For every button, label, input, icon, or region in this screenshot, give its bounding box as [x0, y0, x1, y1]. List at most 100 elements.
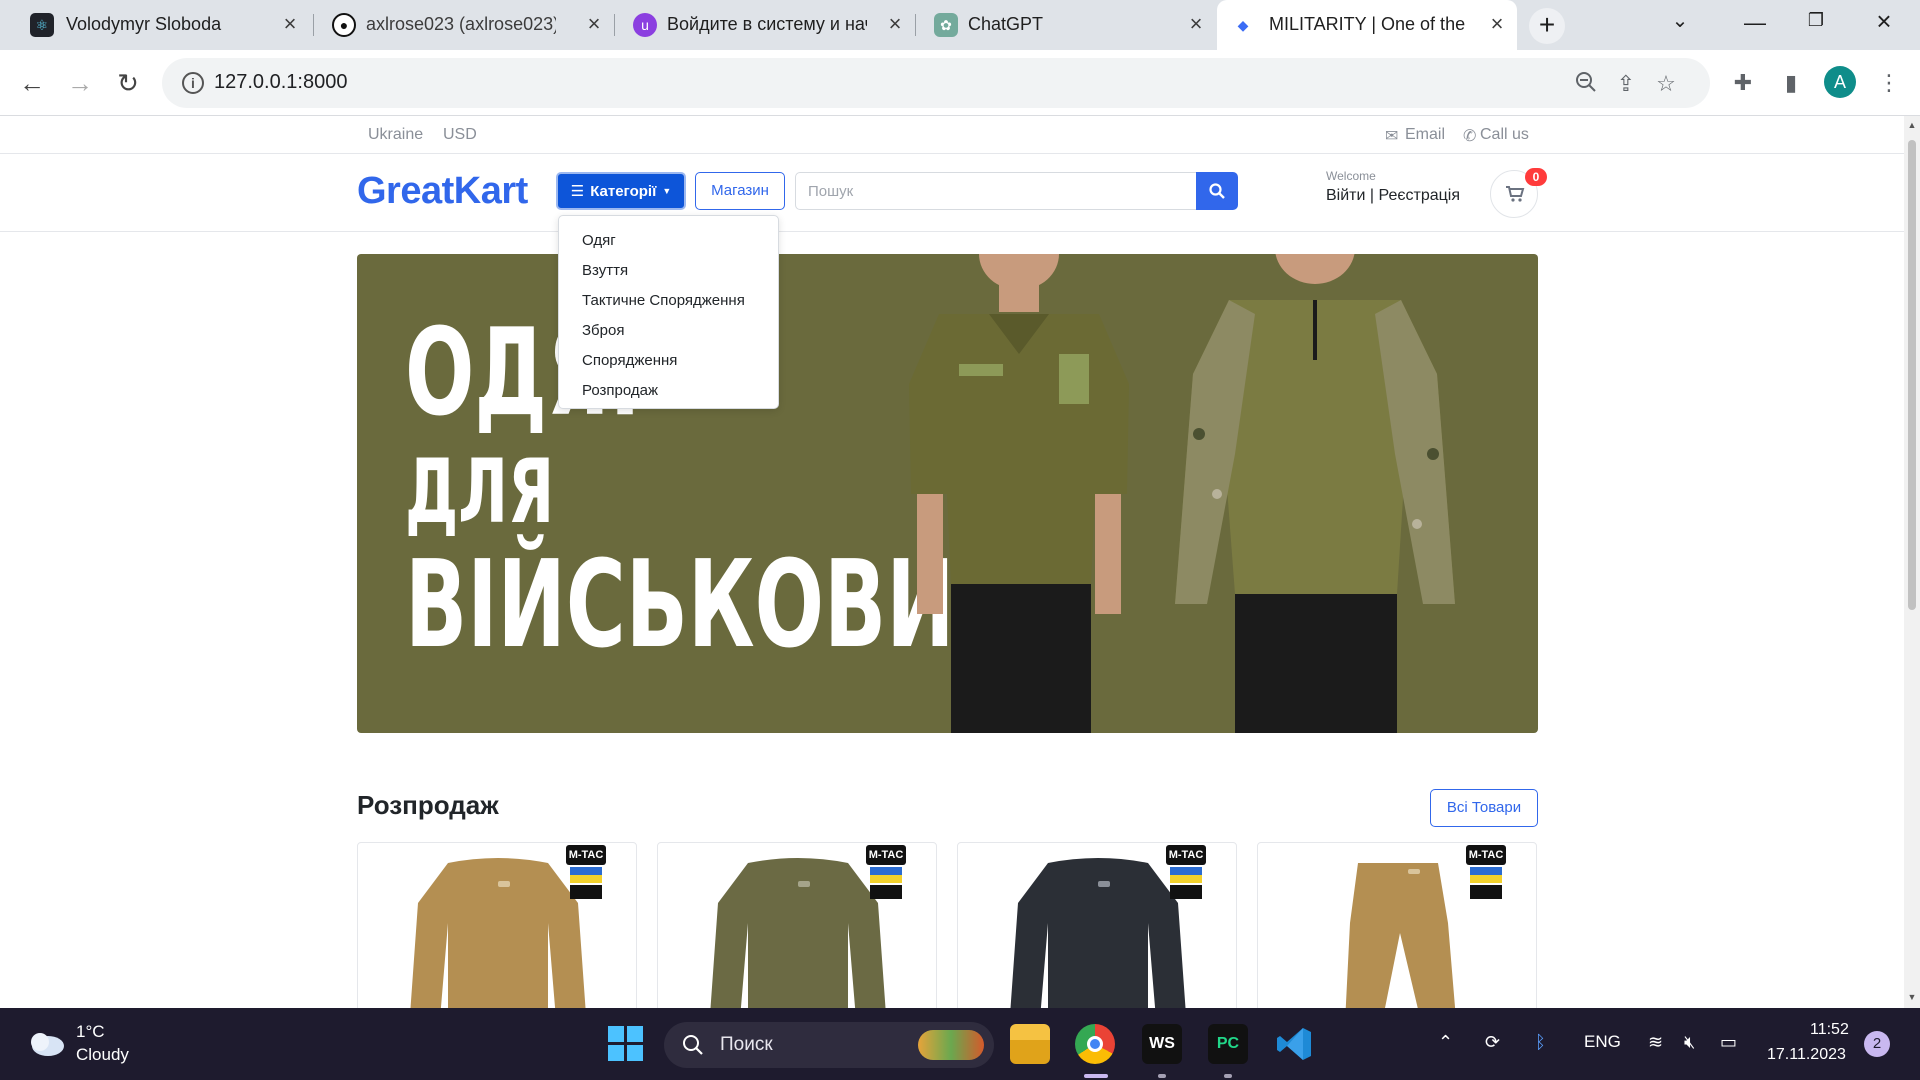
dropdown-item-equipment[interactable]: Спорядження: [559, 346, 778, 376]
close-icon[interactable]: ×: [1485, 12, 1509, 36]
dropdown-item-footwear[interactable]: Взуття: [559, 256, 778, 286]
chatgpt-icon: ✿: [934, 13, 958, 37]
banner-models-image: [909, 254, 1455, 733]
tab-search-icon[interactable]: ⌄: [1660, 8, 1700, 33]
minimize-icon[interactable]: —: [1735, 10, 1775, 36]
address-bar[interactable]: i 127.0.0.1:8000 ⇪ ☆: [162, 58, 1710, 108]
scroll-thumb[interactable]: [1908, 140, 1916, 610]
dropdown-item-clothing[interactable]: Одяг: [559, 226, 778, 256]
close-icon[interactable]: ×: [582, 12, 606, 36]
search-input[interactable]: Пошук: [795, 172, 1197, 210]
caret-down-icon: ▼: [662, 186, 672, 196]
site-info-icon[interactable]: i: [182, 72, 204, 94]
currency-link[interactable]: USD: [443, 126, 477, 144]
clock-date[interactable]: 17.11.2023: [1767, 1046, 1846, 1064]
page-viewport: Ukraine USD ✉ Email ✆ Call us GreatKart …: [0, 116, 1904, 1008]
hamburger-icon: ☰: [570, 183, 585, 200]
battery-icon[interactable]: ▭: [1720, 1032, 1737, 1053]
file-explorer-icon[interactable]: [1010, 1024, 1050, 1064]
vscode-icon[interactable]: [1275, 1024, 1315, 1064]
windows-start-icon[interactable]: [608, 1026, 644, 1062]
tab-title: MILITARITY | One of the Bes: [1269, 14, 1469, 34]
site-header: GreatKart ☰ Категорії ▼ Магазин Пошук We…: [0, 154, 1904, 232]
close-icon[interactable]: ×: [1184, 12, 1208, 36]
side-panel-icon[interactable]: ▮: [1776, 70, 1806, 96]
email-icon: ✉: [1385, 128, 1399, 145]
register-link[interactable]: Реєстрація: [1378, 187, 1460, 204]
chrome-icon[interactable]: [1075, 1024, 1115, 1064]
shop-button[interactable]: Магазин: [695, 172, 785, 210]
restore-icon[interactable]: ❐: [1796, 10, 1836, 31]
product-card[interactable]: M-TAC: [957, 842, 1237, 1008]
tab-login[interactable]: u Войдите в систему и начн ×: [615, 0, 915, 50]
extensions-icon[interactable]: ✚: [1728, 70, 1758, 96]
categories-button[interactable]: ☰ Категорії ▼: [556, 172, 686, 210]
mtac-badge: M-TAC: [866, 845, 906, 903]
url-text[interactable]: 127.0.0.1:8000: [214, 71, 347, 94]
tab-volodymyr[interactable]: ⚛ Volodymyr Sloboda ×: [0, 0, 312, 50]
menu-icon[interactable]: ⋮: [1874, 70, 1904, 96]
taskbar-search[interactable]: Поиск: [664, 1022, 994, 1068]
taskbar-search-placeholder: Поиск: [720, 1034, 773, 1055]
share-icon[interactable]: ⇪: [1612, 71, 1640, 97]
scroll-down-icon[interactable]: ▼: [1907, 992, 1917, 1002]
email-link[interactable]: Email: [1405, 126, 1445, 144]
product-card[interactable]: M-TAC: [1257, 842, 1537, 1008]
welcome-text: Welcome: [1326, 169, 1376, 183]
site-logo[interactable]: GreatKart: [357, 170, 528, 213]
language-indicator[interactable]: ENG: [1584, 1032, 1621, 1052]
forward-icon[interactable]: →: [62, 65, 98, 101]
region-link[interactable]: Ukraine: [368, 126, 423, 144]
top-strip: Ukraine USD ✉ Email ✆ Call us: [0, 116, 1904, 154]
product-card[interactable]: M-TAC: [657, 842, 937, 1008]
close-window-icon[interactable]: ×: [1864, 6, 1904, 37]
tab-title: ChatGPT: [968, 14, 1044, 34]
product-card[interactable]: M-TAC: [357, 842, 637, 1008]
tab-militarity[interactable]: ◆ MILITARITY | One of the Bes ×: [1217, 0, 1517, 50]
u-app-icon: u: [633, 13, 657, 37]
sync-icon[interactable]: ⟳: [1485, 1032, 1500, 1053]
close-icon[interactable]: ×: [278, 12, 302, 36]
notification-badge[interactable]: 2: [1864, 1031, 1890, 1057]
sale-section-title: Розпродаж: [357, 790, 499, 820]
back-icon[interactable]: ←: [14, 65, 50, 101]
close-icon[interactable]: ×: [883, 12, 907, 36]
hero-banner[interactable]: ОДЯГ ДЛЯ ВІЙСЬКОВИХ: [357, 254, 1538, 733]
login-link[interactable]: Війти: [1326, 187, 1365, 204]
pycharm-icon[interactable]: PC: [1208, 1024, 1248, 1064]
all-products-button[interactable]: Всі Товари: [1430, 789, 1538, 827]
bookmark-star-icon[interactable]: ☆: [1652, 71, 1680, 97]
wifi-icon[interactable]: ≋: [1648, 1032, 1663, 1053]
search-button[interactable]: [1196, 172, 1238, 210]
page-scrollbar[interactable]: ▲ ▼: [1904, 116, 1920, 1008]
call-link[interactable]: Call us: [1480, 126, 1529, 144]
reload-icon[interactable]: ↻: [110, 65, 146, 101]
cart-icon: [1506, 186, 1525, 202]
webstorm-indicator: [1158, 1074, 1166, 1078]
search-highlight-image: [918, 1030, 984, 1060]
dropdown-item-weapons[interactable]: Зброя: [559, 316, 778, 346]
chrome-active-indicator: [1084, 1074, 1108, 1078]
dropdown-item-tactical-gear[interactable]: Тактичне Спорядження: [559, 286, 778, 316]
tab-chatgpt[interactable]: ✿ ChatGPT ×: [916, 0, 1216, 50]
webstorm-icon[interactable]: WS: [1142, 1024, 1182, 1064]
react-icon: ⚛: [30, 13, 54, 37]
dropdown-item-sale[interactable]: Розпродаж: [559, 376, 778, 406]
cloud-icon: [31, 1033, 64, 1056]
scroll-up-icon[interactable]: ▲: [1907, 120, 1917, 130]
volume-muted-icon[interactable]: 🔇︎: [1684, 1032, 1695, 1053]
categories-label: Категорії: [590, 182, 657, 200]
bluetooth-icon[interactable]: ᛒ: [1535, 1032, 1546, 1053]
zoom-icon[interactable]: [1572, 71, 1600, 99]
clock-time[interactable]: 11:52: [1810, 1021, 1849, 1039]
mtac-badge: M-TAC: [1166, 845, 1206, 903]
profile-avatar[interactable]: A: [1824, 66, 1856, 98]
weather-temp[interactable]: 1°C: [76, 1022, 105, 1042]
weather-condition[interactable]: Cloudy: [76, 1045, 129, 1065]
tab-github[interactable]: ● axlrose023 (axlrose023) / ×: [314, 0, 614, 50]
tab-title: axlrose023 (axlrose023) /: [366, 14, 556, 34]
show-hidden-icons[interactable]: ⌃: [1438, 1032, 1453, 1053]
tab-title: Войдите в систему и начн: [667, 14, 867, 34]
windows-taskbar: 1°C Cloudy Поиск WS PC ⌃ ⟳ ᛒ ENG ≋ 🔇︎ ▭ …: [0, 1008, 1920, 1080]
new-tab-button[interactable]: +: [1529, 8, 1565, 44]
